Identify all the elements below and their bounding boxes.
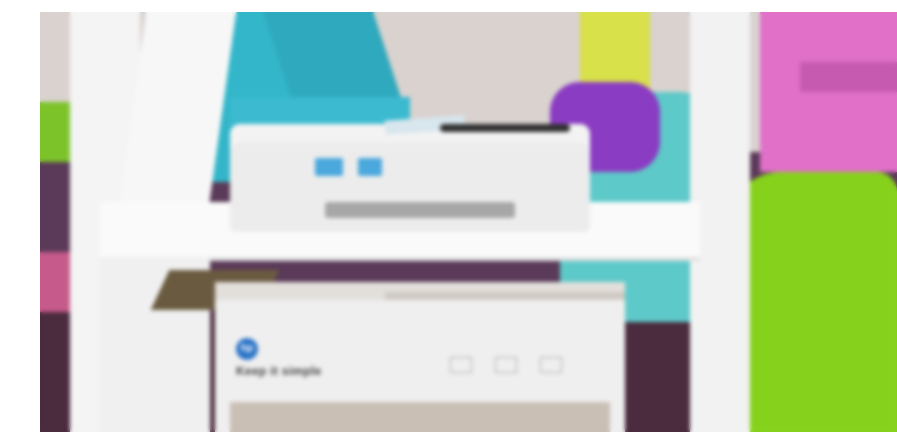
photo-blur — [40, 12, 897, 432]
photo: hp Keep it simple — [40, 12, 897, 432]
scene: hp Keep it simple — [0, 0, 897, 432]
